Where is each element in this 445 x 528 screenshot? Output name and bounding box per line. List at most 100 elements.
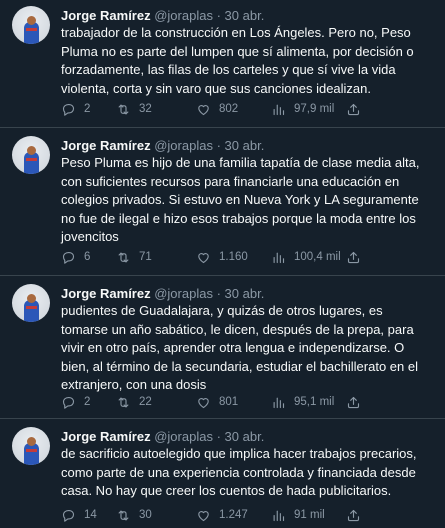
reply-icon: [62, 251, 75, 264]
tweet-text-line: vivir en otro país, aprender otra lengua…: [61, 340, 405, 355]
author-handle[interactable]: @joraplas: [154, 429, 213, 444]
views-chart-icon: [273, 510, 285, 521]
reply-button[interactable]: 2: [61, 394, 90, 410]
share-button[interactable]: [346, 101, 361, 117]
tweet-text-line: violenta, corta y sin varo que sus canci…: [61, 80, 372, 96]
tweet-date[interactable]: 30 abr.: [225, 286, 265, 301]
tweet[interactable]: Jorge Ramírez @joraplas · 30 abr. pudien…: [0, 278, 445, 413]
avatar-accent: [26, 28, 37, 31]
retweet-button[interactable]: 71: [116, 249, 152, 265]
views-chart-icon: [273, 252, 285, 263]
reply-button[interactable]: 2: [61, 101, 90, 117]
views-count: 97,9 mil: [294, 103, 335, 115]
tweet-text-line: extranjero, con una dosis: [61, 377, 207, 392]
retweet-icon: [118, 510, 129, 520]
like-button[interactable]: 802: [196, 101, 238, 117]
tweet-text-line: como parte de una experiencia controlada…: [61, 464, 416, 480]
reply-button[interactable]: 14: [61, 507, 97, 523]
retweet-count: 71: [139, 251, 152, 263]
tweet-text-line: bien, al término de la secundaria, estud…: [61, 358, 418, 374]
tweet-text-line: pudientes de Guadalajara, y quizás de ot…: [61, 303, 383, 318]
retweet-count: 32: [139, 103, 152, 115]
tweet[interactable]: Jorge Ramírez @joraplas · 30 abr. de sac…: [0, 421, 445, 528]
like-count: 801: [219, 396, 239, 408]
tweet-text-line: casa. No hay que creer los cuentos de ha…: [61, 483, 392, 498]
avatar-head: [27, 146, 36, 155]
header-separator: ·: [216, 429, 221, 444]
retweet-icon: [118, 397, 129, 407]
share-icon: [347, 251, 360, 263]
reply-count: 2: [84, 396, 91, 408]
tweet-divider: [0, 418, 445, 419]
avatar[interactable]: [12, 284, 50, 322]
tweet-date[interactable]: 30 abr.: [225, 138, 265, 153]
retweet-count: 22: [139, 396, 152, 408]
tweet-text-line: de sacrificio autoelegido que implica ha…: [61, 446, 417, 461]
like-button[interactable]: 1.247: [196, 507, 248, 523]
reply-button[interactable]: 6: [61, 249, 90, 265]
tweet-text: Peso Pluma es hijo de una familia tapatí…: [61, 154, 433, 247]
tweet-header: Jorge Ramírez @joraplas · 30 abr.: [61, 8, 264, 24]
views-count: 95,1 mil: [294, 396, 335, 408]
tweet-actions: 6 71 1.160 100,4 mil: [61, 249, 445, 265]
avatar-accent: [26, 306, 37, 309]
tweet[interactable]: Jorge Ramírez @joraplas · 30 abr. Peso P…: [0, 130, 445, 276]
tweet-actions: 2 32 802 97,9 mil: [61, 101, 445, 117]
header-separator: ·: [216, 138, 221, 153]
author-handle[interactable]: @joraplas: [154, 286, 213, 301]
share-icon: [347, 509, 360, 521]
share-button[interactable]: [346, 249, 361, 265]
retweet-button[interactable]: 32: [116, 101, 152, 117]
author-name[interactable]: Jorge Ramírez: [61, 138, 151, 153]
retweet-button[interactable]: 22: [116, 394, 152, 410]
views-chart-icon: [273, 397, 285, 408]
like-count: 802: [219, 103, 239, 115]
tweet-divider: [0, 275, 445, 276]
share-button[interactable]: [346, 507, 361, 523]
heart-icon: [198, 252, 209, 263]
avatar[interactable]: [12, 427, 50, 465]
avatar-figure: [24, 152, 39, 174]
like-count: 1.247: [219, 509, 248, 521]
heart-icon: [198, 104, 209, 115]
tweet-text-line: colegios privados. Si estuvo en Nueva Yo…: [61, 192, 419, 207]
tweet-date[interactable]: 30 abr.: [225, 429, 265, 444]
retweet-icon: [118, 104, 129, 114]
author-handle[interactable]: @joraplas: [154, 138, 213, 153]
author-handle[interactable]: @joraplas: [154, 8, 213, 23]
author-name[interactable]: Jorge Ramírez: [61, 429, 151, 444]
views-button[interactable]: 95,1 mil: [271, 394, 334, 410]
avatar[interactable]: [12, 6, 50, 44]
avatar-figure: [24, 443, 39, 465]
like-button[interactable]: 801: [196, 394, 238, 410]
views-button[interactable]: 100,4 mil: [271, 249, 341, 265]
avatar[interactable]: [12, 136, 50, 174]
tweet-header: Jorge Ramírez @joraplas · 30 abr.: [61, 138, 264, 154]
tweet-text-line: Pluma no es parte del lumpen que sí alim…: [61, 43, 414, 59]
like-button[interactable]: 1.160: [196, 249, 248, 265]
avatar-figure: [24, 22, 39, 44]
tweet-timeline: Jorge Ramírez @joraplas · 30 abr. trabaj…: [0, 0, 445, 528]
author-name[interactable]: Jorge Ramírez: [61, 8, 151, 23]
views-button[interactable]: 97,9 mil: [271, 101, 334, 117]
tweet-actions: 14 30 1.247 91 mil: [61, 507, 445, 523]
retweet-button[interactable]: 30: [116, 507, 152, 523]
avatar-accent: [26, 449, 37, 452]
share-icon: [347, 396, 360, 408]
tweet[interactable]: Jorge Ramírez @joraplas · 30 abr. trabaj…: [0, 0, 445, 122]
tweet-text-line: jovencitos: [61, 229, 119, 244]
avatar-head: [27, 294, 36, 303]
share-button[interactable]: [346, 394, 361, 410]
views-button[interactable]: 91 mil: [271, 507, 325, 523]
avatar-figure: [24, 300, 39, 322]
tweet-divider: [0, 127, 445, 128]
views-count: 91 mil: [294, 509, 325, 521]
tweet-text-line: trabajador de la construcción en Los Áng…: [61, 25, 411, 40]
reply-count: 14: [84, 509, 97, 521]
tweet-header: Jorge Ramírez @joraplas · 30 abr.: [61, 286, 264, 302]
views-count: 100,4 mil: [294, 251, 341, 263]
tweet-date[interactable]: 30 abr.: [225, 8, 265, 23]
heart-icon: [198, 510, 209, 521]
tweet-text: trabajador de la construcción en Los Áng…: [61, 24, 433, 98]
author-name[interactable]: Jorge Ramírez: [61, 286, 151, 301]
